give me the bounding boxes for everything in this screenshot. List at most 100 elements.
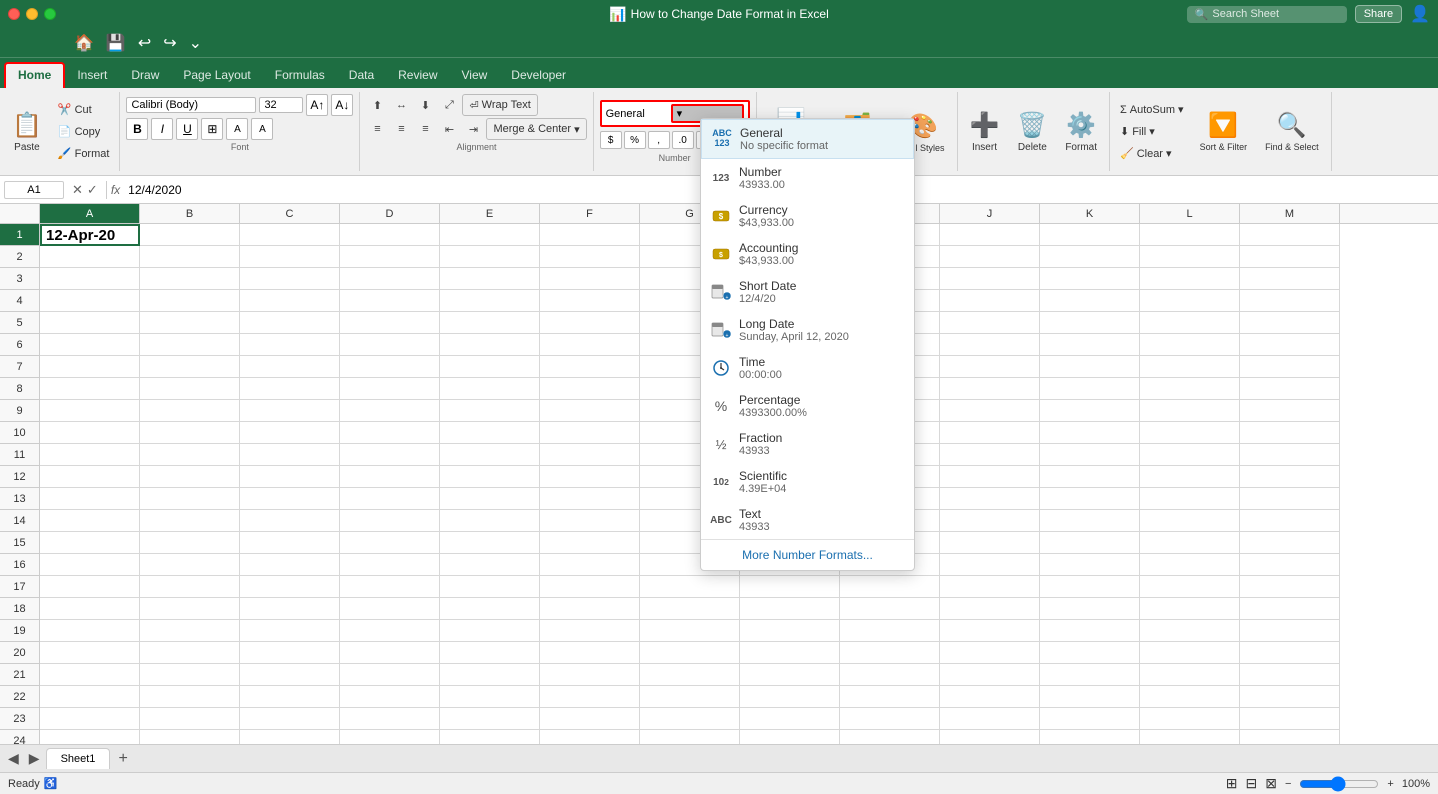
cell-F18[interactable] [540,598,640,620]
cell-H22[interactable] [740,686,840,708]
row-header-16[interactable]: 16 [0,554,40,576]
cell-A4[interactable] [40,290,140,312]
cell-M20[interactable] [1240,642,1340,664]
cell-D18[interactable] [340,598,440,620]
cell-F7[interactable] [540,356,640,378]
dropdown-item-scientific[interactable]: 102 Scientific 4.39E+04 [701,463,914,501]
clear-button[interactable]: 🧹 Clear ▾ [1114,143,1190,165]
row-header-3[interactable]: 3 [0,268,40,290]
cell-B10[interactable] [140,422,240,444]
row-header-19[interactable]: 19 [0,620,40,642]
cell-H20[interactable] [740,642,840,664]
home-icon[interactable]: 🏠 [70,31,98,55]
row-header-13[interactable]: 13 [0,488,40,510]
cell-B13[interactable] [140,488,240,510]
italic-button[interactable]: I [151,118,173,140]
cell-F12[interactable] [540,466,640,488]
cell-E10[interactable] [440,422,540,444]
cell-M12[interactable] [1240,466,1340,488]
cell-C1[interactable] [240,224,340,246]
row-header-7[interactable]: 7 [0,356,40,378]
align-bottom-button[interactable]: ⬇ [414,95,436,115]
decrease-font-button[interactable]: A↓ [331,94,353,116]
wrap-text-button[interactable]: ⏎ Wrap Text [462,94,537,116]
cell-A22[interactable] [40,686,140,708]
font-family-select[interactable]: Calibri (Body) [126,97,256,113]
decrease-decimal-button[interactable]: .0 [672,131,694,149]
cell-A13[interactable] [40,488,140,510]
cell-F20[interactable] [540,642,640,664]
cell-M5[interactable] [1240,312,1340,334]
cell-J23[interactable] [940,708,1040,730]
cell-L14[interactable] [1140,510,1240,532]
save-icon[interactable]: 💾 [102,31,130,55]
cell-D3[interactable] [340,268,440,290]
cell-D16[interactable] [340,554,440,576]
cell-A6[interactable] [40,334,140,356]
cell-J17[interactable] [940,576,1040,598]
cell-C14[interactable] [240,510,340,532]
cell-M22[interactable] [1240,686,1340,708]
border-button[interactable]: ⊞ [201,118,223,140]
cell-F19[interactable] [540,620,640,642]
cell-J4[interactable] [940,290,1040,312]
cell-K10[interactable] [1040,422,1140,444]
cell-J8[interactable] [940,378,1040,400]
cell-E12[interactable] [440,466,540,488]
cell-B23[interactable] [140,708,240,730]
cell-D20[interactable] [340,642,440,664]
cell-H21[interactable] [740,664,840,686]
row-header-22[interactable]: 22 [0,686,40,708]
row-header-14[interactable]: 14 [0,510,40,532]
cell-K18[interactable] [1040,598,1140,620]
cell-H23[interactable] [740,708,840,730]
cell-L15[interactable] [1140,532,1240,554]
cell-E20[interactable] [440,642,540,664]
cell-B15[interactable] [140,532,240,554]
cell-K1[interactable] [1040,224,1140,246]
cell-J10[interactable] [940,422,1040,444]
cell-J22[interactable] [940,686,1040,708]
cell-M8[interactable] [1240,378,1340,400]
row-header-20[interactable]: 20 [0,642,40,664]
cell-K11[interactable] [1040,444,1140,466]
cell-I21[interactable] [840,664,940,686]
font-size-select[interactable]: 32 [259,97,303,113]
percent-mini-button[interactable]: % [624,131,646,149]
cell-B2[interactable] [140,246,240,268]
cell-D5[interactable] [340,312,440,334]
cell-M10[interactable] [1240,422,1340,444]
tab-view[interactable]: View [450,64,500,88]
cell-J3[interactable] [940,268,1040,290]
row-header-15[interactable]: 15 [0,532,40,554]
underline-button[interactable]: U [176,118,198,140]
cell-L23[interactable] [1140,708,1240,730]
cell-D23[interactable] [340,708,440,730]
row-header-2[interactable]: 2 [0,246,40,268]
cell-L10[interactable] [1140,422,1240,444]
cell-E18[interactable] [440,598,540,620]
page-break-view-button[interactable]: ⊠ [1265,775,1277,792]
cell-A19[interactable] [40,620,140,642]
cell-C12[interactable] [240,466,340,488]
cell-A10[interactable] [40,422,140,444]
more-number-formats-button[interactable]: More Number Formats... [701,539,914,570]
cell-M21[interactable] [1240,664,1340,686]
cell-I23[interactable] [840,708,940,730]
sort-filter-button[interactable]: 🔽 Sort & Filter [1192,94,1256,169]
find-select-button[interactable]: 🔍 Find & Select [1257,94,1327,169]
cut-button[interactable]: ✂️ Cut [52,99,116,121]
normal-view-button[interactable]: ⊞ [1226,775,1238,792]
cell-D2[interactable] [340,246,440,268]
cell-L19[interactable] [1140,620,1240,642]
cell-I22[interactable] [840,686,940,708]
cell-E2[interactable] [440,246,540,268]
tab-page-layout[interactable]: Page Layout [171,64,262,88]
cell-E11[interactable] [440,444,540,466]
cell-K19[interactable] [1040,620,1140,642]
fill-button[interactable]: ⬇ Fill ▾ [1114,121,1190,143]
cell-F13[interactable] [540,488,640,510]
cell-M7[interactable] [1240,356,1340,378]
tab-review[interactable]: Review [386,64,449,88]
increase-font-button[interactable]: A↑ [306,94,328,116]
